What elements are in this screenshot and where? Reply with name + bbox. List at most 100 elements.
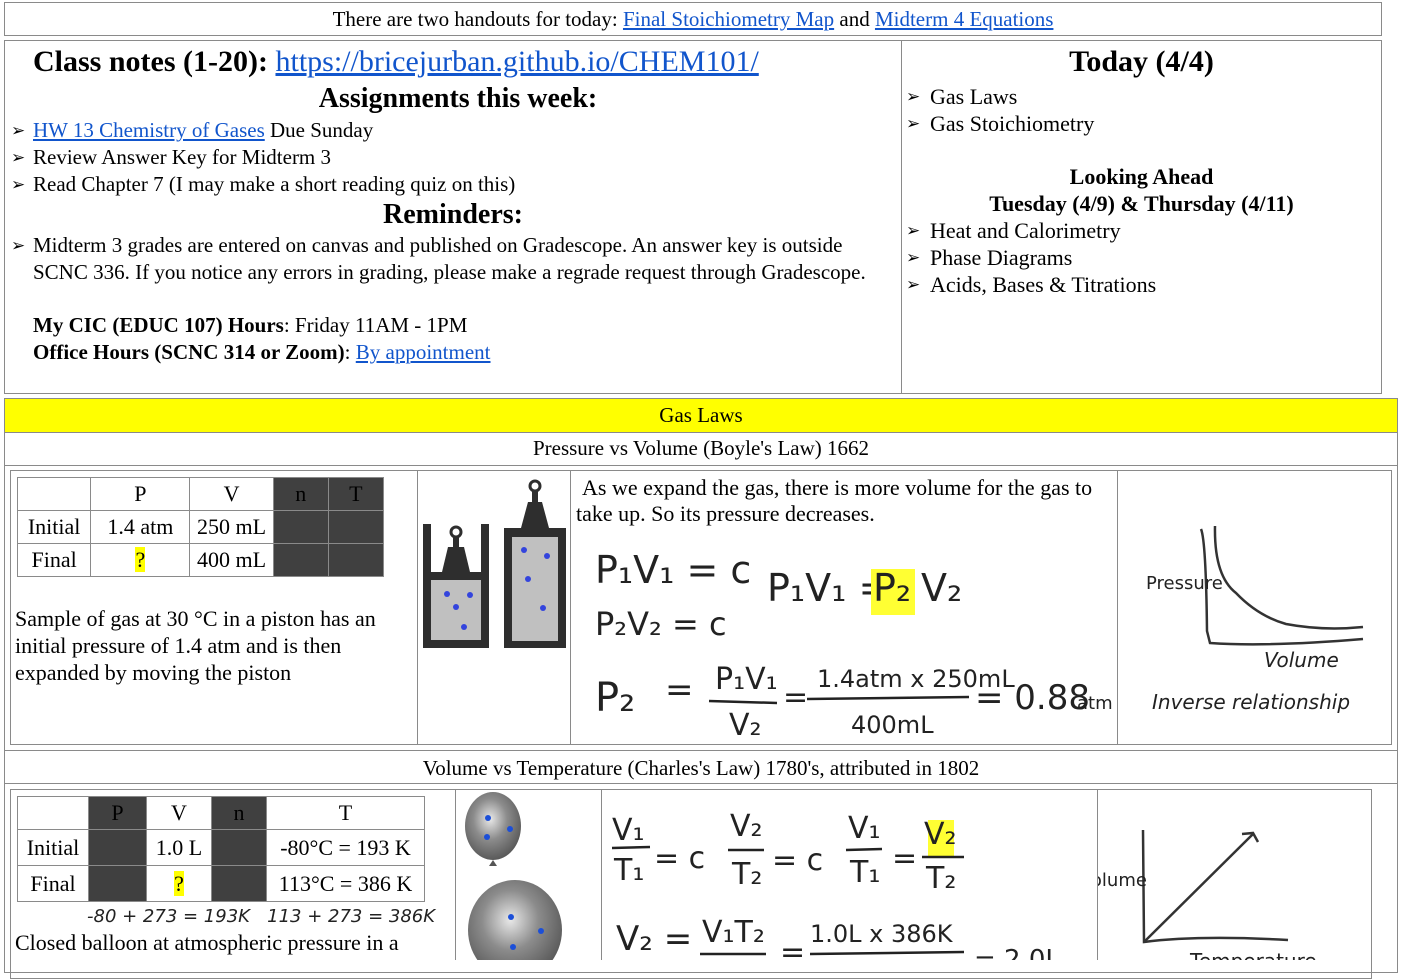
hw-eq2: = [780,935,805,960]
today-item: ➢ Gas Laws [906,84,1018,109]
assignments-heading: Assignments this week: [318,83,598,114]
boyle-graph-cell: Pressure Volume Inverse relationship [1118,471,1391,744]
table-header: P [88,796,147,830]
banner-prefix: There are two handouts for today: [332,7,623,31]
boyle-explanation: As we expand the gas, there is more volu… [576,475,1093,526]
kelvin-conversions: -80 + 273 = 193K 113 + 273 = 386K [87,906,436,927]
bullet-arrow-icon: ➢ [11,175,26,194]
boyle-title: Pressure vs Volume (Boyle's Law) 1662 [4,432,1398,466]
hw-equals: = [665,670,694,710]
assignments-list: ➢ HW 13 Chemistry of Gases Due Sunday ➢ Re… [5,117,901,198]
gas-laws-header: Gas Laws [4,398,1398,433]
office-hours: Office Hours (SCNC 314 or Zoom): By appo… [33,340,491,364]
hw-eq-relation-p2: P₂ [873,566,911,610]
table-row: Final ? 400 mL [16,543,385,577]
cic-hours: My CIC (EDUC 107) Hours: Friday 11AM - 1… [33,313,468,337]
hw-f1-num: V₁ [612,813,645,848]
hw-f4-den: T₂ [925,861,956,896]
hw-f2-num: V₂ [730,809,763,844]
graph-ylabel: Pressure [1146,573,1223,594]
today-heading: Today (4/4) [1069,45,1214,78]
hw-solve-p2: P₂ [595,675,635,721]
assignment-item: ➢ Review Answer Key for Midterm 3 [11,145,332,169]
hw-eq-p1v1: P₁V₁ = c [595,548,751,592]
table-header: V [189,477,274,511]
table-header [17,796,89,830]
reminders-list: ➢ Midterm 3 grades are entered on canvas … [5,232,901,286]
table-header: n [272,477,329,511]
hw-fraction-bar [708,699,778,705]
today-item: ➢ Gas Stoichiometry [906,111,1095,136]
boyle-sketch-graph: Pressure Volume Inverse relationship [1146,525,1364,714]
hw-eqc2: = c [772,843,823,878]
direct-line [1143,833,1254,943]
graph-ylabel: Volume [1098,870,1147,891]
hw-f3-den: T₁ [849,855,880,890]
bullet-arrow-icon: ➢ [906,114,921,133]
bullet-arrow-icon: ➢ [906,248,921,267]
hw13-link[interactable]: HW 13 Chemistry of Gases [33,118,265,142]
hw-eq-p2v2: P₂V₂ = c [595,605,727,643]
hw-result: = 0.88 [975,678,1090,718]
balloon-diagram-icon [465,792,562,979]
final-stoichiometry-map-link[interactable]: Final Stoichiometry Map [623,7,834,31]
charles-title: Volume vs Temperature (Charles's Law) 17… [4,750,1398,784]
looking-ahead-dates: Tuesday (4/9) & Thursday (4/11) [989,191,1294,216]
hw-result-unit: atm [1077,693,1113,714]
piston-diagram-icon [423,479,566,648]
boyle-work-cell: As we expand the gas, there is more volu… [571,471,1117,744]
unknown-highlight: ? [174,870,184,896]
boyle-problem-text: Sample of gas at 30 °C in a piston has a… [15,606,376,685]
table-row: Initial 1.0 L -80°C = 193 K [17,829,425,866]
bullet-arrow-icon: ➢ [11,148,26,167]
hw-eq: = [892,841,917,876]
by-appointment-link[interactable]: By appointment [356,340,491,364]
class-notes-link[interactable]: https://bricejurban.github.io/CHEM101/ [275,45,758,78]
assignment-item: ➢ Read Chapter 7 (I may make a short read… [11,172,516,196]
midterm-4-equations-link[interactable]: Midterm 4 Equations [875,7,1053,31]
ahead-item: ➢ Acids, Bases & Titrations [906,272,1157,297]
table-row: Final ? 113°C = 386 K [17,865,425,902]
charles-sketch-graph: Volume Temperature [1080,829,1317,973]
inverse-curve [1213,525,1364,630]
unknown-highlight: ? [135,547,146,572]
piston-illustration [418,471,570,744]
graph-caption: Inverse relationship [1152,690,1350,714]
bullet-arrow-icon: ➢ [11,121,26,140]
hw-partial-result: = 2.0L [974,945,1060,960]
today-list: ➢ Gas Laws ➢ Gas Stoichiometry [902,83,1381,137]
graph-axes [1199,528,1364,646]
graph-xlabel: Volume [1264,648,1339,672]
hw-eqc1: = c [654,841,705,876]
table-header: T [327,477,385,511]
boyle-data-cell: P V n T Initial 1.4 atm 250 mL Final ? 4… [11,471,417,744]
hw-solve-num: V₁T₂ [702,915,765,950]
table-row: Initial 1.4 atm 250 mL [16,510,385,544]
reminder-item: ➢ Midterm 3 grades are entered on canvas … [11,233,866,284]
bullet-arrow-icon: ➢ [11,236,26,255]
boyle-table: P V n T Initial 1.4 atm 250 mL Final ? 4… [16,477,385,577]
boyle-handwritten-work: P₁V₁ = c P₂V₂ = c P₁V₁ = P₂ V₂ P₂ = P₁V₁… [595,548,1113,743]
bullet-arrow-icon: ➢ [906,87,921,106]
charles-work-cell: V₁ T₁ = c V₂ T₂ = c V₁ T₁ = V₂ T₂ V₂ = V… [602,790,1096,975]
hw-frac2-den: 400mL [851,711,934,739]
hw-eq-relation-v2: V₂ [921,566,962,610]
hw-frac1-den: V₂ [729,708,762,743]
table-header: n [211,796,267,830]
class-notes-heading: Class notes (1-20): https://bricejurban.… [33,45,759,78]
hw-f4-num: V₂ [924,817,957,852]
charles-table: P V n T Initial 1.0 L -80°C = 193 K Fina… [17,796,425,902]
hw-f3-num: V₁ [848,811,881,846]
table-header [16,477,92,511]
looking-ahead-list: ➢ Heat and Calorimetry ➢ Phase Diagrams ➢ A… [902,217,1381,298]
graph-xlabel: Temperature [1189,949,1317,960]
looking-ahead-heading: Looking Ahead [1069,164,1214,189]
table-header: T [266,796,425,830]
reminders-heading: Reminders: [383,199,523,230]
charles-graph-cell: Volume Temperature [1080,790,1372,973]
ahead-item: ➢ Phase Diagrams [906,245,1073,270]
table-header: P [90,477,191,511]
hw-f2-den: T₂ [731,857,762,892]
table-header: V [146,796,212,830]
hw-fraction-bar [806,695,970,701]
